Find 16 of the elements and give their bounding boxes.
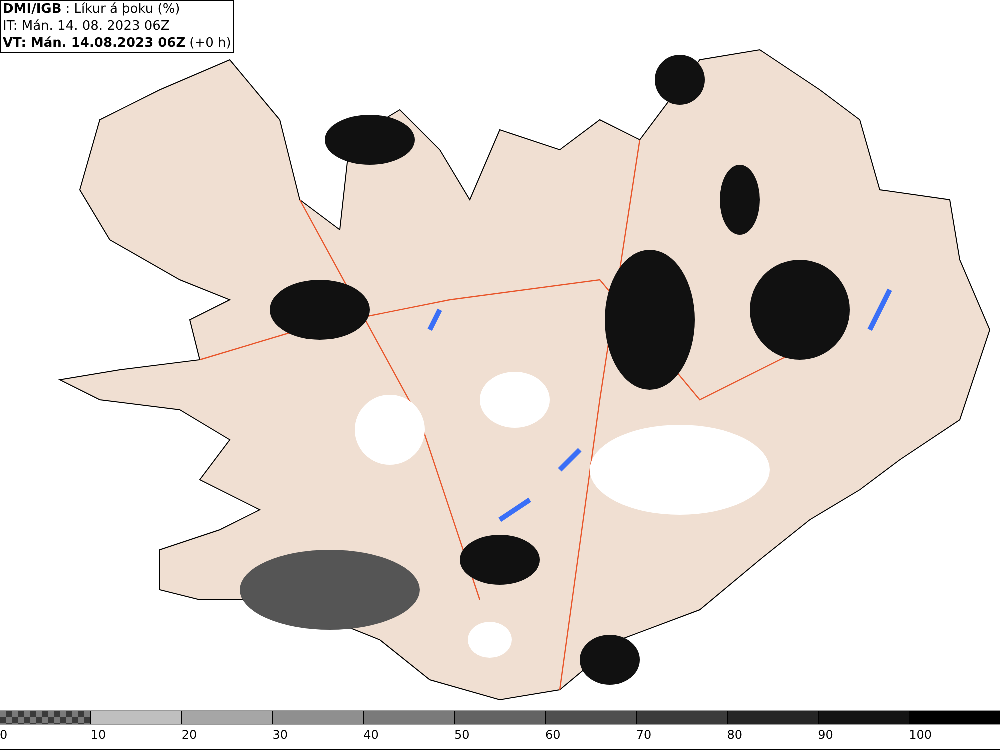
scale-label: 10 [90,728,106,742]
scale-label: 50 [454,728,470,742]
scale-label: 20 [182,728,198,742]
scale-label: 30 [272,728,288,742]
valid-time: VT: Mán. 14.08.2023 06Z [3,35,186,52]
legend-source: DMI/IGB [3,1,62,18]
scale-label: 60 [545,728,561,742]
scale-label: 80 [727,728,743,742]
scale-label: 90 [818,728,834,742]
forecast-offset: (+0 h) [190,35,232,52]
scale-label: 0 [0,728,8,742]
legend-title: : Líkur á þoku (%) [66,1,180,18]
scale-label: 100 [909,728,932,742]
scale-label: 40 [364,728,379,742]
scale-label: 70 [636,728,652,742]
issued-time: IT: Mán. 14. 08. 2023 06Z [3,18,171,35]
